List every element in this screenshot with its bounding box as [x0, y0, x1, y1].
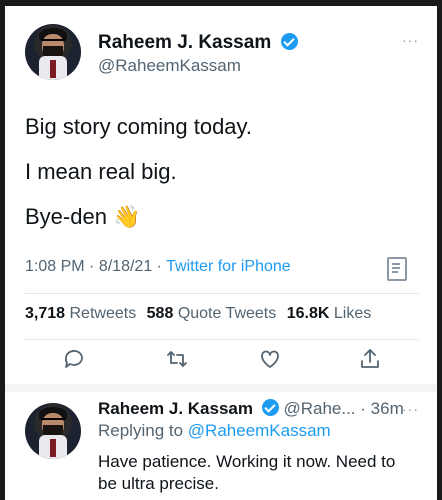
- likes-label[interactable]: Likes: [334, 305, 371, 322]
- reply-dot: ·: [360, 399, 366, 418]
- meta-dot: ·: [89, 258, 95, 275]
- verified-badge-icon: [261, 399, 279, 416]
- section-separator: [5, 384, 437, 392]
- heart-icon[interactable]: [258, 347, 282, 371]
- likes-count[interactable]: 16.8K: [287, 305, 330, 322]
- avatar[interactable]: [25, 403, 81, 459]
- retweets-label[interactable]: Retweets: [70, 305, 137, 322]
- reply-time[interactable]: 36m: [371, 399, 404, 418]
- author-name-text[interactable]: Raheem J. Kassam: [98, 32, 271, 53]
- replying-to: Replying to @RaheemKassam: [98, 421, 331, 441]
- reply-author-name[interactable]: Raheem J. Kassam: [98, 399, 253, 418]
- verified-badge-icon: [280, 33, 298, 50]
- tweet-text-line-3: Bye-den 👋: [25, 204, 140, 230]
- quote-tweets-count[interactable]: 588: [147, 305, 174, 322]
- tweet-text-line-2: I mean real big.: [25, 159, 177, 184]
- tweet-stats: 3,718 Retweets 588 Quote Tweets 16.8K Li…: [25, 305, 371, 323]
- avatar[interactable]: [25, 24, 81, 80]
- author-name[interactable]: Raheem J. Kassam: [98, 32, 298, 54]
- reply-icon[interactable]: [62, 347, 86, 371]
- replying-to-handle[interactable]: @RaheemKassam: [188, 421, 331, 440]
- reply-author-line[interactable]: Raheem J. Kassam @Rahe... · 36m: [98, 399, 404, 419]
- meta-dot: ·: [156, 258, 162, 275]
- tweet-meta: 1:08 PM · 8/18/21 · Twitter for iPhone: [25, 258, 291, 276]
- analytics-icon[interactable]: [387, 257, 407, 281]
- tweet-source-link[interactable]: Twitter for iPhone: [166, 258, 291, 275]
- tweet-text-line-3-text: Bye-den: [25, 204, 107, 229]
- more-options-icon[interactable]: ···: [402, 401, 419, 417]
- retweets-count[interactable]: 3,718: [25, 305, 65, 322]
- replying-to-prefix: Replying to: [98, 421, 184, 440]
- tweet-time: 1:08 PM: [25, 258, 85, 275]
- divider: [25, 339, 419, 340]
- retweet-icon[interactable]: [165, 347, 189, 371]
- waving-hand-icon: 👋: [112, 204, 141, 229]
- tweet-text-line-1: Big story coming today.: [25, 114, 253, 139]
- more-options-icon[interactable]: ···: [402, 32, 419, 48]
- reply-text: Have patience. Working it now. Need to b…: [98, 452, 396, 493]
- share-icon[interactable]: [358, 347, 382, 371]
- quote-tweets-label[interactable]: Quote Tweets: [178, 305, 276, 322]
- author-handle[interactable]: @RaheemKassam: [98, 56, 241, 76]
- tweet-date: 8/18/21: [98, 258, 153, 275]
- reply-author-handle[interactable]: @Rahe...: [283, 399, 355, 418]
- divider: [25, 293, 419, 294]
- tweet-detail-screen: Raheem J. Kassam @RaheemKassam ··· Big s…: [5, 6, 437, 500]
